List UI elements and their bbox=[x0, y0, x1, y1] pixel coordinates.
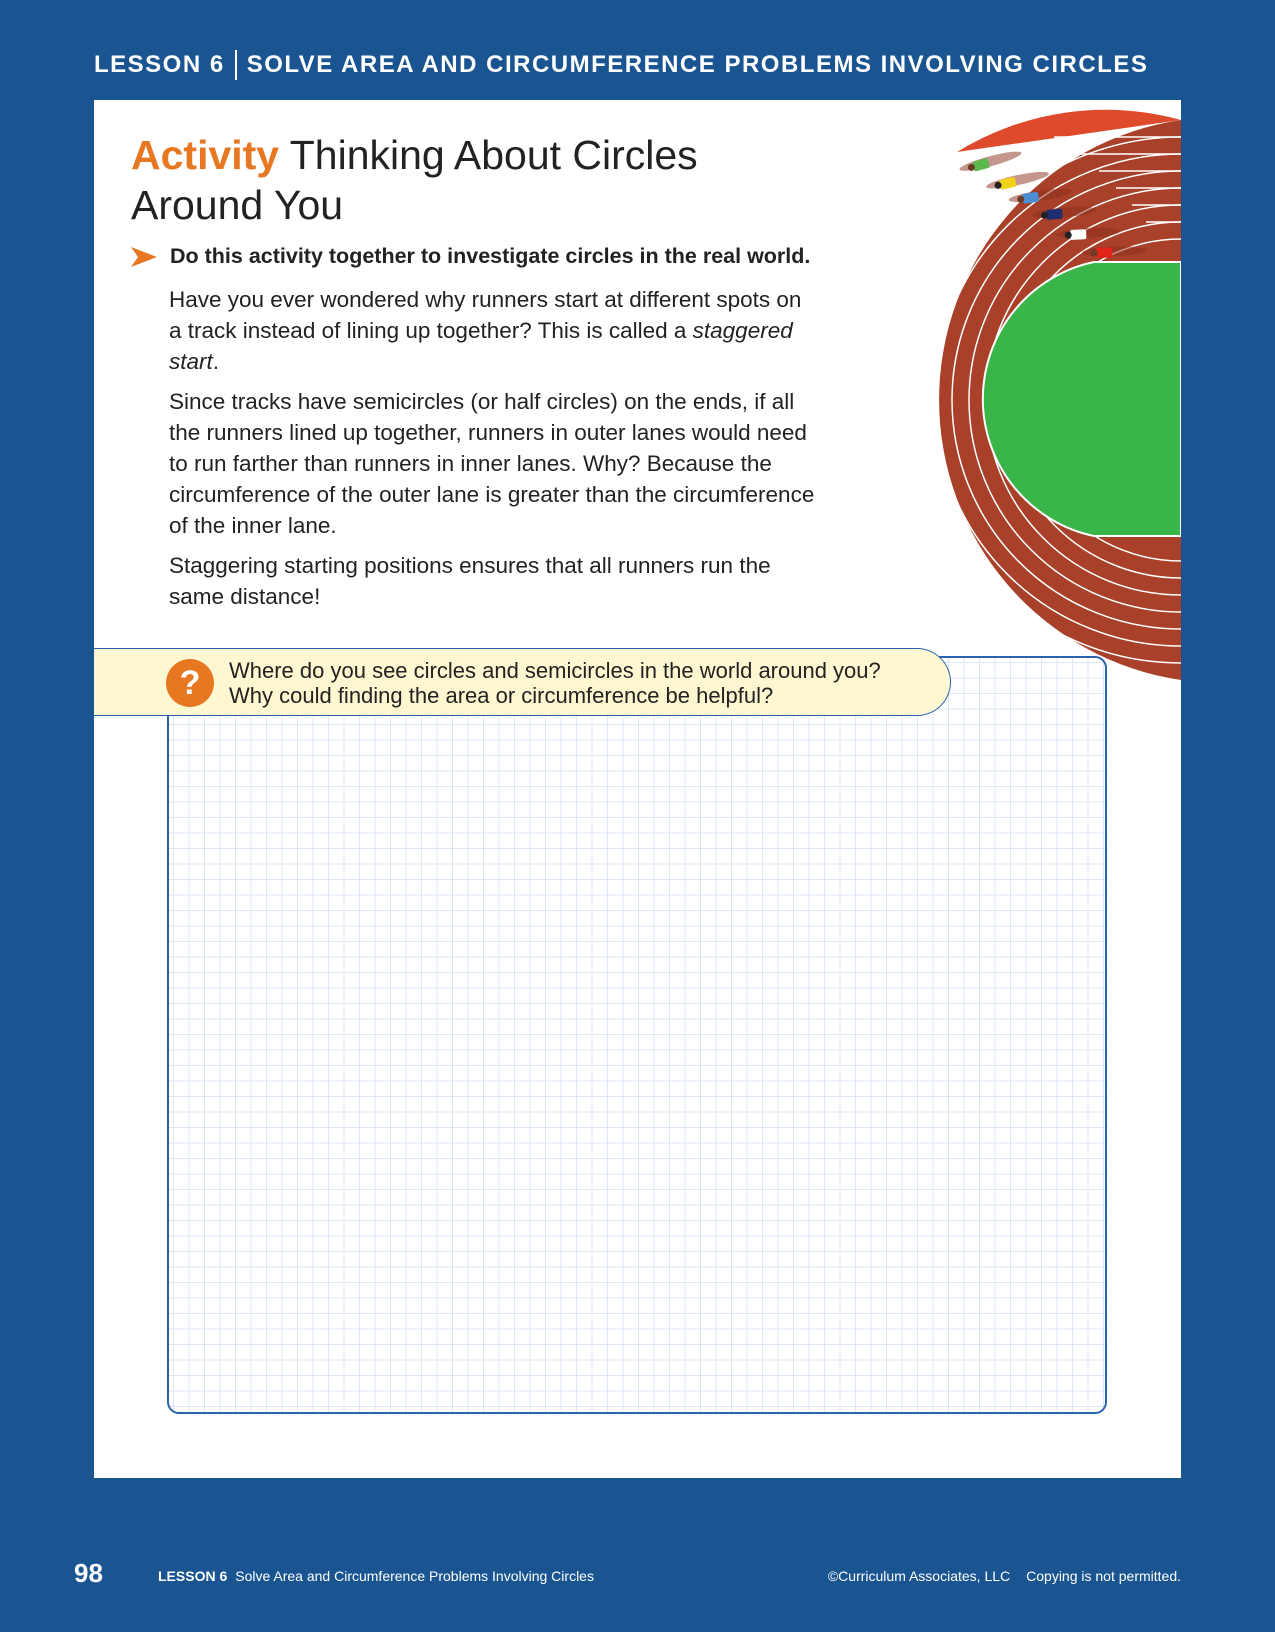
question-icon: ? bbox=[166, 659, 214, 707]
footer-lesson: LESSON 6 Solve Area and Circumference Pro… bbox=[158, 1568, 594, 1584]
activity-card: Activity Thinking About Circles Around Y… bbox=[94, 100, 1181, 1478]
question-line-1: Where do you see circles and semicircles… bbox=[229, 658, 881, 683]
copy-notice: Copying is not permitted. bbox=[1026, 1568, 1181, 1584]
activity-label: Activity bbox=[131, 132, 280, 178]
arrow-right-icon bbox=[131, 246, 157, 267]
footer-copyright: ©Curriculum Associates, LLC Copying is no… bbox=[828, 1568, 1181, 1584]
header-divider bbox=[234, 50, 237, 80]
activity-title-line2: Around You bbox=[131, 182, 344, 228]
activity-title-line1: Thinking About Circles bbox=[289, 132, 698, 178]
question-text: Where do you see circles and semicircles… bbox=[229, 658, 929, 708]
lesson-header: LESSON 6 SOLVE AREA AND CIRCUMFERENCE PR… bbox=[94, 50, 1148, 80]
lesson-number: LESSON 6 bbox=[94, 51, 225, 78]
page-number: 98 bbox=[74, 1558, 103, 1588]
paragraph-1-end: . bbox=[212, 349, 220, 374]
activity-title: Activity Thinking About Circles Around Y… bbox=[131, 130, 771, 230]
paragraph-2: Since tracks have semicircles (or half c… bbox=[169, 389, 815, 538]
body-text: Have you ever wondered why runners start… bbox=[169, 284, 819, 621]
footer-lesson-number: LESSON 6 bbox=[158, 1568, 228, 1584]
instruction: Do this activity together to investigate… bbox=[131, 244, 871, 269]
instruction-text: Do this activity together to investigate… bbox=[170, 244, 811, 268]
question-prompt: ? Where do you see circles and semicircl… bbox=[94, 648, 951, 716]
paragraph-3: Staggering starting positions ensures th… bbox=[169, 553, 771, 609]
question-line-2: Why could finding the area or circumfere… bbox=[229, 683, 774, 708]
lesson-title: SOLVE AREA AND CIRCUMFERENCE PROBLEMS IN… bbox=[246, 51, 1149, 78]
copyright-text: ©Curriculum Associates, LLC bbox=[827, 1568, 1011, 1584]
paragraph-1: Have you ever wondered why runners start… bbox=[169, 284, 819, 377]
answer-grid[interactable] bbox=[167, 656, 1107, 1414]
footer-lesson-title: Solve Area and Circumference Problems In… bbox=[235, 1568, 594, 1584]
